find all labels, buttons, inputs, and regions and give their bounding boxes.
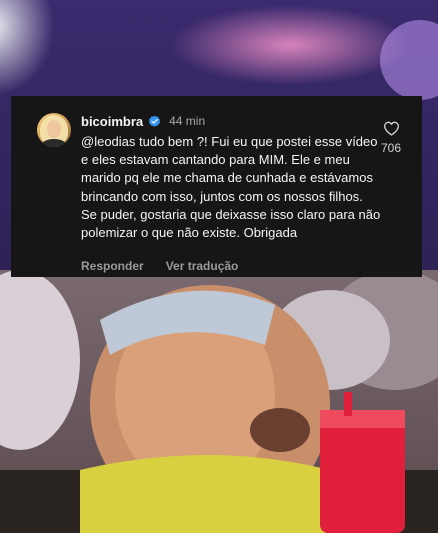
heart-icon[interactable]: [383, 121, 400, 136]
reply-button[interactable]: Responder: [81, 259, 144, 273]
like-control[interactable]: 706: [376, 121, 406, 155]
verified-badge-icon: [148, 115, 161, 128]
comment-actions: Responder Ver tradução: [81, 259, 238, 273]
like-count: 706: [380, 141, 402, 155]
comment-body: @leodias tudo bem ?! Fui eu que postei e…: [81, 134, 381, 241]
comment-timestamp: 44 min: [169, 114, 206, 128]
comment-header: bicoimbra 44 min: [81, 113, 205, 129]
comment-card: bicoimbra 44 min @leodias tudo bem ?! Fu…: [11, 96, 422, 277]
username-link[interactable]: bicoimbra: [81, 114, 143, 129]
see-translation-button[interactable]: Ver tradução: [166, 259, 239, 273]
avatar[interactable]: [37, 113, 71, 147]
